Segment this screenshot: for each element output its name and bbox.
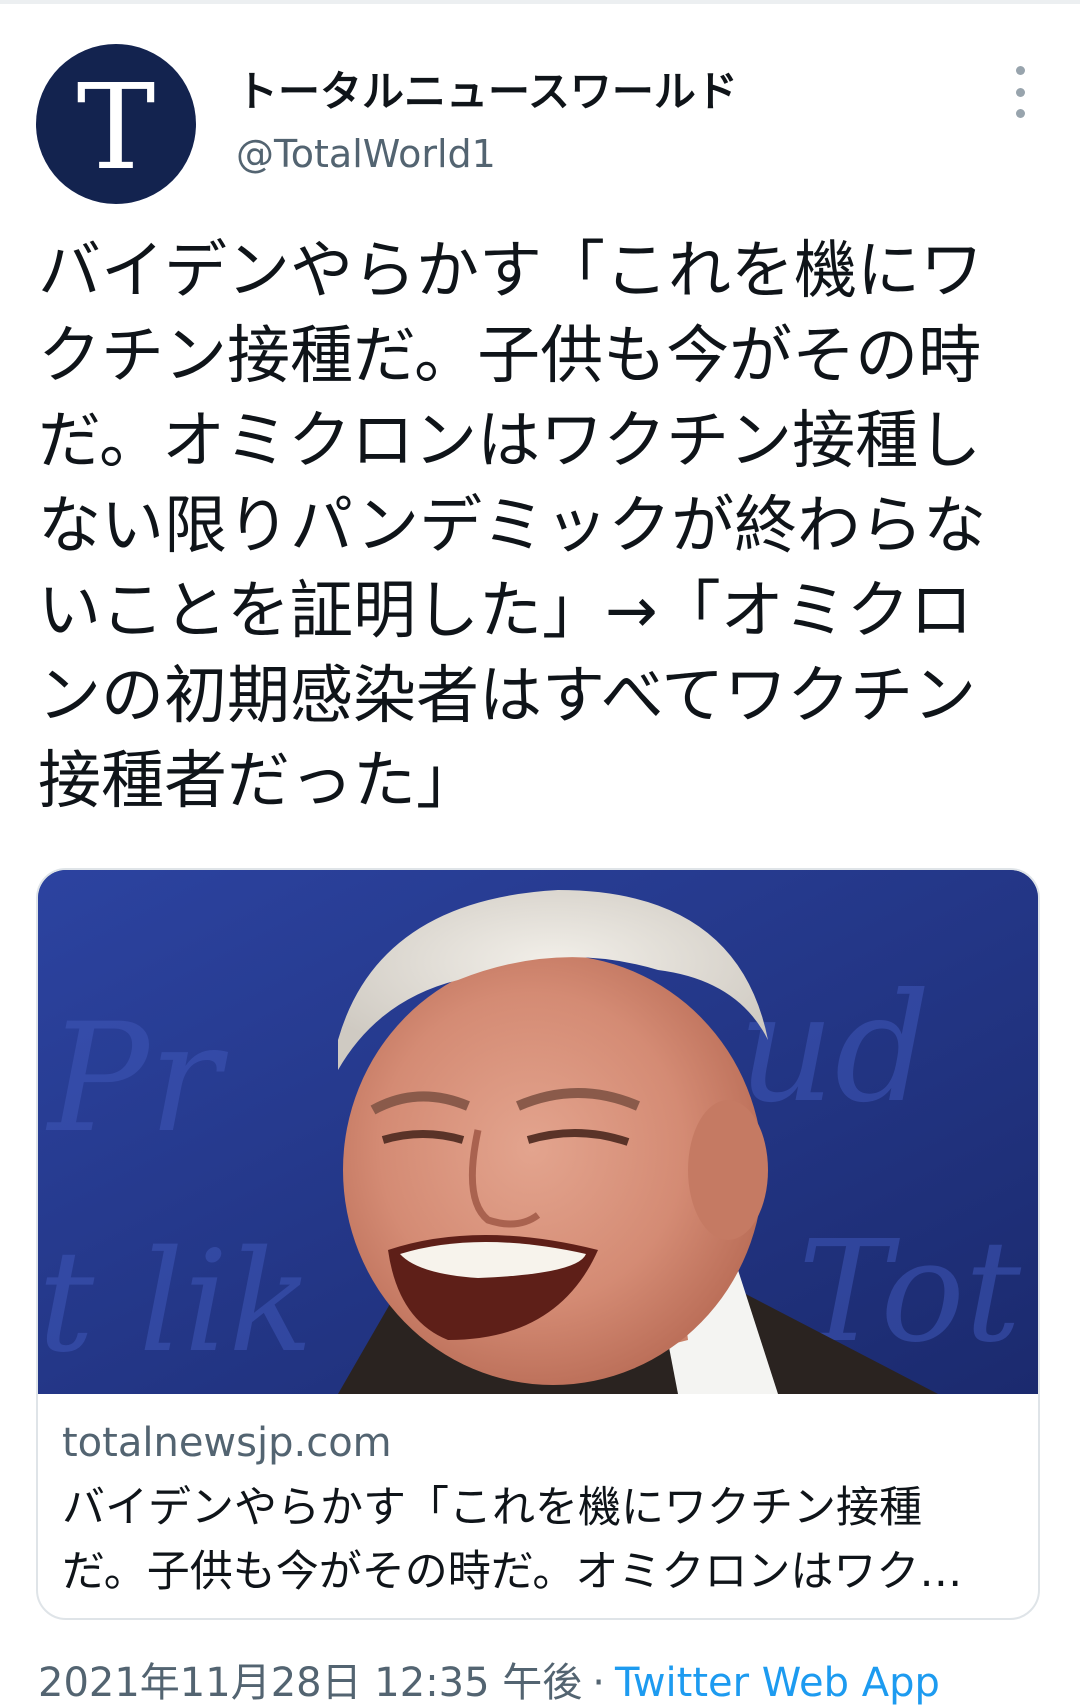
meta-separator: · [592, 1660, 606, 1706]
more-vertical-icon [1015, 66, 1025, 75]
link-card-title-line: バイデンやらかす「これを機にワクチン接種 [62, 1483, 922, 1533]
laughing-man-photo: Pr ud t lik Tot [38, 870, 1038, 1394]
link-card-title: バイデンやらかす「これを機にワクチン接種 だ。子供も今がその時だ。オミクロンはワ… [62, 1476, 1012, 1604]
top-divider [0, 0, 1080, 4]
more-vertical-icon-dot [1015, 87, 1025, 97]
tweet-text-line: いことを証明した」→「オミクロ [38, 574, 973, 647]
more-vertical-icon-dot [1015, 109, 1025, 118]
avatar-letter: T [76, 58, 156, 196]
tweet-text-line: 接種者だった」 [38, 744, 479, 817]
svg-text:t lik: t lik [38, 1221, 313, 1384]
svg-text:Pr: Pr [45, 992, 229, 1166]
tweet-timestamp[interactable]: 2021年11月28日 12:35 午後 [38, 1660, 582, 1706]
tweet-text-line: クチン接種だ。子供も今がその時 [38, 319, 982, 392]
tweet-text: バイデンやらかす「これを機にワ クチン接種だ。子供も今がその時 だ。オミクロンは… [38, 228, 1038, 823]
author-handle[interactable]: @TotalWorld1 [236, 132, 496, 176]
link-card-image[interactable]: Pr ud t lik Tot [38, 870, 1038, 1394]
link-card-domain: totalnewsjp.com [62, 1420, 392, 1466]
tweet-text-line: バイデンやらかす「これを機にワ [38, 234, 983, 307]
link-preview-card[interactable]: Pr ud t lik Tot totalnewsjp.com バイデンやらかす… [36, 868, 1040, 1620]
tweet-text-line: だ。オミクロンはワクチン接種し [38, 404, 982, 477]
more-options-button[interactable] [998, 66, 1042, 118]
svg-text:ud: ud [738, 962, 931, 1136]
author-avatar[interactable]: T [36, 44, 196, 204]
tweet-source-link[interactable]: Twitter Web App [615, 1660, 940, 1706]
tweet-meta: 2021年11月28日 12:35 午後 · Twitter Web App [38, 1650, 940, 1708]
link-card-title-line: だ。子供も今がその時だ。オミクロンはワク… [62, 1547, 963, 1597]
tweet-text-line: ない限りパンデミックが終わらな [38, 489, 987, 562]
author-display-name[interactable]: トータルニュースワールド [236, 58, 738, 119]
tweet-text-line: ンの初期感染者はすべてワクチン [38, 659, 977, 732]
